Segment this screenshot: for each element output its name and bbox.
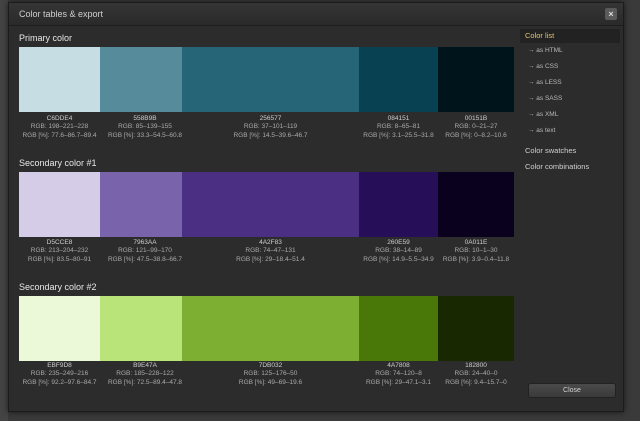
swatch-info: 7963AA RGB: 121–99–170 RGB [%]: 47.5–38.… xyxy=(100,239,190,264)
color-swatch[interactable] xyxy=(359,47,438,112)
swatch-rgb-percent: RGB [%]: 3.9–0.4–11.8 xyxy=(442,255,510,263)
swatch-info: B9E47A RGB: 185–228–122 RGB [%]: 72.5–89… xyxy=(100,362,190,387)
section-title-primary: Primary color xyxy=(19,33,73,43)
swatch-info: 7DB032 RGB: 125–176–50 RGB [%]: 49–69–19… xyxy=(182,362,359,387)
swatch-rgb: RGB: 37–101–119 xyxy=(243,123,298,131)
swatch-hex: 182800 xyxy=(465,362,487,369)
color-swatch[interactable] xyxy=(100,172,182,237)
swatch-info: 558B9B RGB: 85–139–155 RGB [%]: 33.3–54.… xyxy=(100,115,190,140)
color-swatch[interactable] xyxy=(438,47,514,112)
backdrop-strip xyxy=(0,0,8,421)
swatch-rgb: RGB: 235–249–216 xyxy=(30,370,89,378)
swatch-info: 4A7808 RGB: 74–120–8 RGB [%]: 29–47.1–3.… xyxy=(355,362,442,387)
color-swatch[interactable] xyxy=(359,296,438,361)
sidebar-item-color-combinations[interactable]: Color combinations xyxy=(520,159,620,175)
swatch-rgb: RGB: 125–176–50 xyxy=(243,370,298,378)
swatch-rgb: RGB: 121–99–170 xyxy=(118,247,172,255)
swatch-hex: 4A2F83 xyxy=(259,239,282,246)
close-button[interactable]: Close xyxy=(528,383,616,398)
swatch-rgb-percent: RGB [%]: 14.5–39.6–46.7 xyxy=(233,131,308,139)
swatch-info: 256577 RGB: 37–101–119 RGB [%]: 14.5–39.… xyxy=(182,115,359,140)
swatch-rgb-percent: RGB [%]: 9.4–15.7–0 xyxy=(445,378,507,386)
swatch-rgb: RGB: 38–14–89 xyxy=(375,247,422,255)
swatch-rgb: RGB: 213–204–232 xyxy=(30,247,89,255)
swatch-info: 084151 RGB: 8–65–81 RGB [%]: 3.1–25.5–31… xyxy=(355,115,442,140)
swatch-hex: 558B9B xyxy=(133,115,157,122)
swatch-info: D5CCE8 RGB: 213–204–232 RGB [%]: 83.5–80… xyxy=(15,239,104,264)
color-swatch[interactable] xyxy=(19,172,100,237)
swatch-rgb: RGB: 85–139–155 xyxy=(118,123,172,131)
swatch-rgb-percent: RGB [%]: 49–69–19.6 xyxy=(238,378,303,386)
swatch-hex: 7963AA xyxy=(133,239,157,246)
color-swatch[interactable] xyxy=(182,172,359,237)
swatch-info: 00151B RGB: 0–21–27 RGB [%]: 0–8.2–10.6 xyxy=(434,115,518,140)
color-swatch[interactable] xyxy=(182,296,359,361)
swatch-rgb-percent: RGB [%]: 29–47.1–3.1 xyxy=(365,378,432,386)
swatch-hex: 00151B xyxy=(464,115,488,122)
swatch-rgb-percent: RGB [%]: 33.3–54.5–60.8 xyxy=(107,131,183,139)
swatch-row-secondary-1 xyxy=(19,172,514,237)
swatch-hex: EBF9D8 xyxy=(47,362,72,369)
swatch-rgb: RGB: 8–65–81 xyxy=(376,123,420,131)
swatch-rgb-percent: RGB [%]: 29–18.4–51.4 xyxy=(236,255,305,263)
dialog-title: Color tables & export xyxy=(19,9,104,19)
swatch-hex: C6DDE4 xyxy=(46,115,73,122)
swatch-rgb: RGB: 74–120–8 xyxy=(375,370,422,378)
swatch-hex: 7DB032 xyxy=(258,362,283,369)
swatch-info: 0A011E RGB: 10–1–30 RGB [%]: 3.9–0.4–11.… xyxy=(434,239,518,264)
swatch-hex: 256577 xyxy=(259,115,282,122)
sidebar-item-color-swatches[interactable]: Color swatches xyxy=(520,143,620,159)
dialog-titlebar: Color tables & export × xyxy=(9,3,623,26)
sidebar-item-as-html[interactable]: → as HTML xyxy=(520,43,620,59)
swatch-rgb-percent: RGB [%]: 3.1–25.5–31.8 xyxy=(363,131,434,139)
sidebar-item-as-css[interactable]: → as CSS xyxy=(520,59,620,75)
swatch-rgb: RGB: 198–221–228 xyxy=(30,123,89,131)
sidebar-item-as-less[interactable]: → as LESS xyxy=(520,75,620,91)
swatch-rgb: RGB: 10–1–30 xyxy=(454,247,498,255)
color-swatch[interactable] xyxy=(19,47,100,112)
swatch-rgb-percent: RGB [%]: 83.5–80–91 xyxy=(27,255,92,263)
swatch-rgb-percent: RGB [%]: 0–8.2–10.6 xyxy=(445,131,507,139)
swatch-hex: 084151 xyxy=(387,115,410,122)
color-swatch[interactable] xyxy=(438,296,514,361)
swatch-rgb-percent: RGB [%]: 47.5–38.8–66.7 xyxy=(107,255,183,263)
swatch-rgb: RGB: 74–47–131 xyxy=(245,247,296,255)
sidebar-item-color-list[interactable]: Color list xyxy=(520,29,620,43)
sidebar-item-as-sass[interactable]: → as SASS xyxy=(520,91,620,107)
close-icon[interactable]: × xyxy=(605,8,617,20)
color-swatch[interactable] xyxy=(359,172,438,237)
swatch-info: EBF9D8 RGB: 235–249–216 RGB [%]: 92.2–97… xyxy=(15,362,104,387)
color-swatch[interactable] xyxy=(182,47,359,112)
sidebar-item-as-xml[interactable]: → as XML xyxy=(520,107,620,123)
export-sidebar: Color list → as HTML → as CSS → as LESS … xyxy=(520,29,620,175)
swatch-info: C6DDE4 RGB: 198–221–228 RGB [%]: 77.6–86… xyxy=(15,115,104,140)
sidebar-item-as-text[interactable]: → as text xyxy=(520,123,620,139)
swatch-rgb-percent: RGB [%]: 14.9–5.5–34.9 xyxy=(363,255,434,263)
swatch-hex: D5CCE8 xyxy=(46,239,73,246)
swatch-hex: 260E59 xyxy=(387,239,410,246)
color-swatch[interactable] xyxy=(438,172,514,237)
color-tables-dialog: Color tables & export × Primary color C6… xyxy=(8,2,624,412)
section-title-secondary-2: Secondary color #2 xyxy=(19,282,97,292)
swatch-rgb: RGB: 185–228–122 xyxy=(116,370,174,378)
swatch-info: 182800 RGB: 24–40–0 RGB [%]: 9.4–15.7–0 xyxy=(434,362,518,387)
swatch-row-primary xyxy=(19,47,514,112)
swatch-rgb-percent: RGB [%]: 77.6–86.7–89.4 xyxy=(22,131,97,139)
swatch-rgb: RGB: 24–40–0 xyxy=(454,370,498,378)
color-swatch[interactable] xyxy=(100,47,182,112)
color-swatch[interactable] xyxy=(19,296,100,361)
swatch-hex: B9E47A xyxy=(133,362,157,369)
section-title-secondary-1: Secondary color #1 xyxy=(19,158,97,168)
swatch-rgb-percent: RGB [%]: 72.5–89.4–47.8 xyxy=(107,378,183,386)
swatch-rgb-percent: RGB [%]: 92.2–97.6–84.7 xyxy=(22,378,97,386)
swatch-row-secondary-2 xyxy=(19,296,514,361)
swatch-rgb: RGB: 0–21–27 xyxy=(454,123,498,131)
color-swatch[interactable] xyxy=(100,296,182,361)
swatch-info: 4A2F83 RGB: 74–47–131 RGB [%]: 29–18.4–5… xyxy=(182,239,359,264)
swatch-info: 260E59 RGB: 38–14–89 RGB [%]: 14.9–5.5–3… xyxy=(355,239,442,264)
swatch-hex: 4A7808 xyxy=(387,362,410,369)
swatch-hex: 0A011E xyxy=(464,239,488,246)
